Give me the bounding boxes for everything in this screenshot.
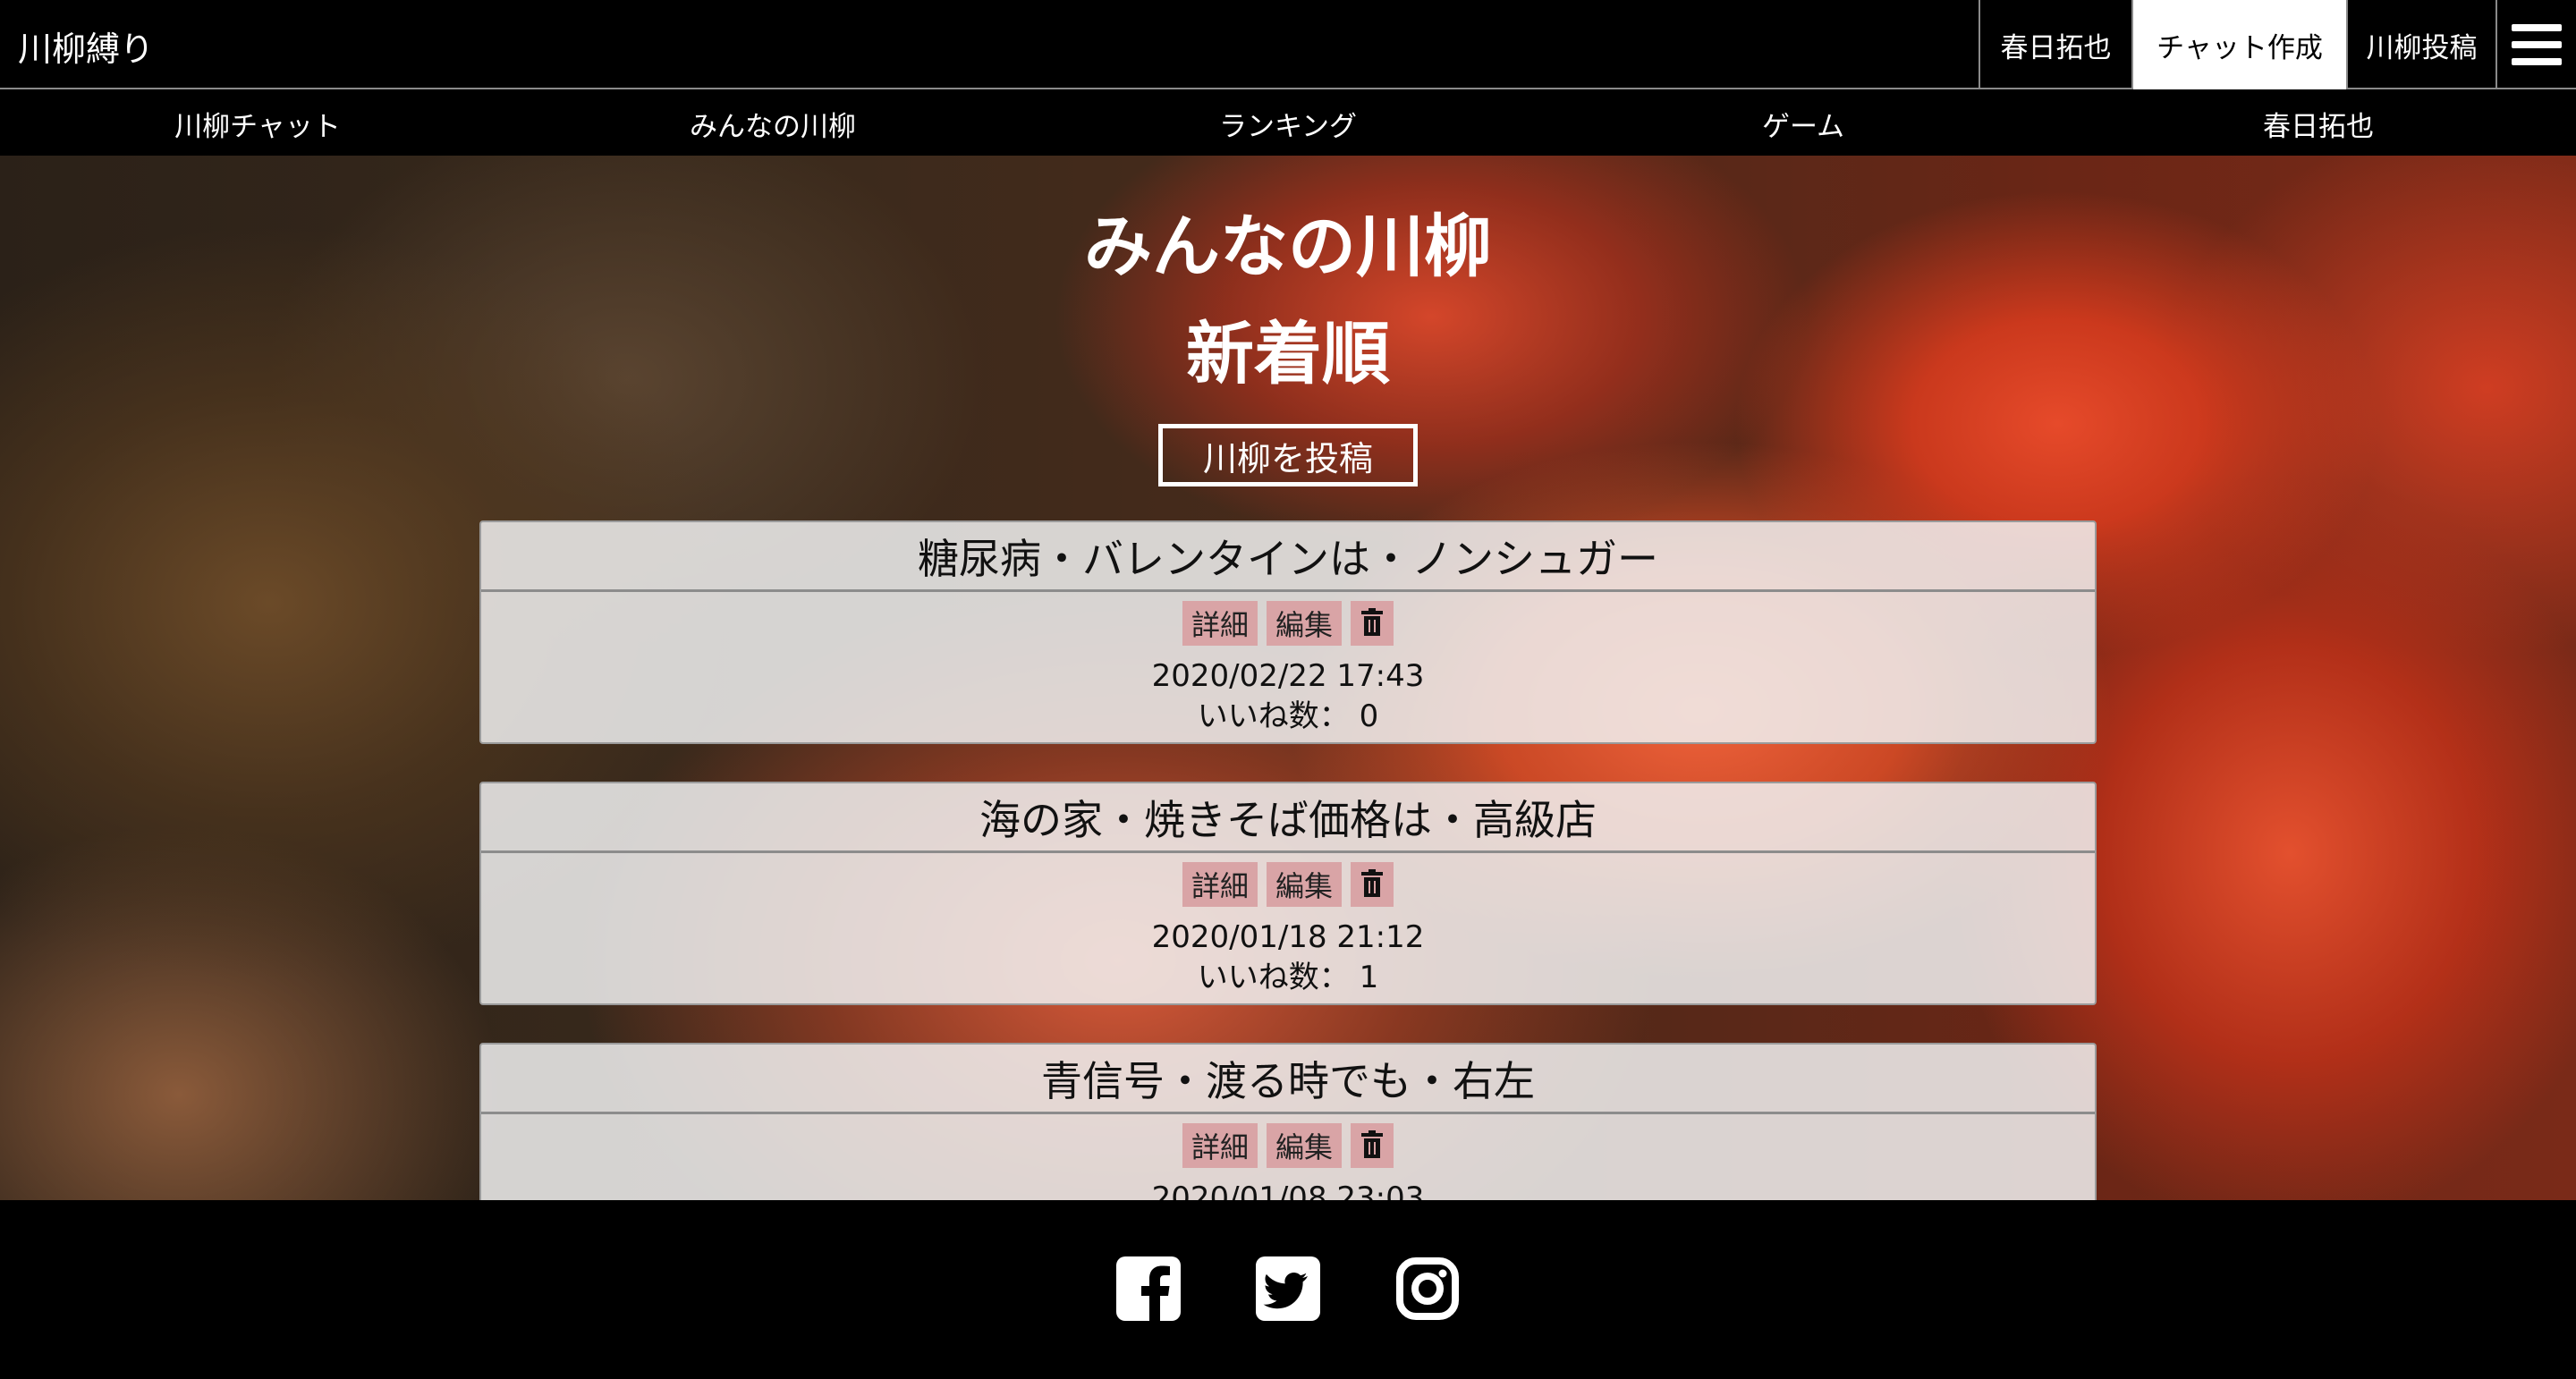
sort-order-label: 新着順: [1186, 314, 1390, 393]
trash-icon: [1361, 1130, 1383, 1158]
delete-button[interactable]: [1351, 601, 1394, 646]
post-actions: 詳細 編集: [481, 862, 2095, 907]
senryu-post-link[interactable]: 川柳投稿: [2346, 0, 2496, 89]
post-actions: 詳細 編集: [481, 1123, 2095, 1168]
nav-user[interactable]: 春日拓也: [2061, 91, 2576, 156]
edit-button[interactable]: 編集: [1267, 1123, 1342, 1168]
nav-senryu-chat[interactable]: 川柳チャット: [0, 91, 515, 156]
detail-button[interactable]: 詳細: [1182, 1123, 1258, 1168]
senryu-text: 青信号・渡る時でも・右左: [481, 1045, 2095, 1114]
trash-icon: [1361, 608, 1383, 636]
instagram-icon[interactable]: [1395, 1256, 1460, 1321]
edit-button[interactable]: 編集: [1267, 601, 1342, 646]
post-senryu-button[interactable]: 川柳を投稿: [1158, 424, 1418, 486]
main-content[interactable]: みんなの川柳 新着順 川柳を投稿 糖尿病・バレンタインは・ノンシュガー 詳細 編…: [0, 156, 2576, 1200]
user-link[interactable]: 春日拓也: [1979, 0, 2131, 89]
nav-everyone-senryu[interactable]: みんなの川柳: [515, 91, 1030, 156]
delete-button[interactable]: [1351, 862, 1394, 907]
chat-create-link[interactable]: チャット作成: [2131, 0, 2346, 89]
post-card: 青信号・渡る時でも・右左 詳細 編集 2020/01/08 23:03: [479, 1043, 2097, 1200]
detail-button[interactable]: 詳細: [1182, 601, 1258, 646]
nav-game[interactable]: ゲーム: [1546, 91, 2061, 156]
post-date: 2020/01/18 21:12: [1151, 919, 1425, 955]
twitter-icon[interactable]: [1256, 1256, 1320, 1321]
site-logo[interactable]: 川柳縛り: [18, 21, 154, 71]
facebook-icon[interactable]: [1116, 1256, 1181, 1321]
edit-button[interactable]: 編集: [1267, 862, 1342, 907]
delete-button[interactable]: [1351, 1123, 1394, 1168]
post-card: 海の家・焼きそば価格は・高級店 詳細 編集 2020/01/18 21:12 い…: [479, 782, 2097, 1005]
post-card: 糖尿病・バレンタインは・ノンシュガー 詳細 編集 2020/02/22 17:4…: [479, 520, 2097, 744]
top-nav: 春日拓也 チャット作成 川柳投稿: [1979, 0, 2576, 89]
footer: [0, 1200, 2576, 1379]
detail-button[interactable]: 詳細: [1182, 862, 1258, 907]
post-actions: 詳細 編集: [481, 601, 2095, 646]
like-count: いいね数： 1: [1197, 960, 1379, 995]
senryu-text: 海の家・焼きそば価格は・高級店: [481, 783, 2095, 853]
hamburger-icon: [2512, 24, 2562, 65]
senryu-text: 糖尿病・バレンタインは・ノンシュガー: [481, 522, 2095, 592]
nav-ranking[interactable]: ランキング: [1030, 91, 1546, 156]
menu-button[interactable]: [2496, 0, 2576, 89]
trash-icon: [1361, 869, 1383, 897]
post-date: 2020/02/22 17:43: [1151, 658, 1425, 694]
like-count: いいね数： 0: [1197, 698, 1379, 734]
sub-nav: 川柳チャット みんなの川柳 ランキング ゲーム 春日拓也: [0, 91, 2576, 156]
page-title: みんなの川柳: [1084, 207, 1492, 286]
post-date: 2020/01/08 23:03: [1151, 1180, 1425, 1200]
top-bar: 川柳縛り 春日拓也 チャット作成 川柳投稿: [0, 0, 2576, 89]
